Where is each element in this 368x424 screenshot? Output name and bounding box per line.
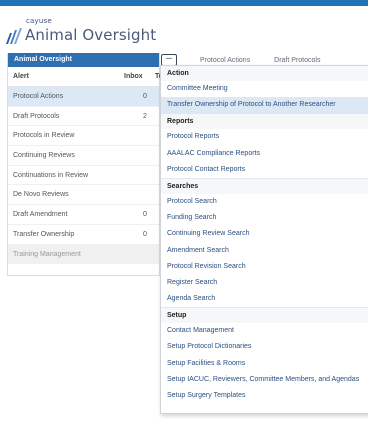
menu-item-transfer-ownership[interactable]: Transfer Ownership of Protocol to Anothe… [161, 97, 368, 114]
alerts-column-headers: Alert Inbox To [8, 67, 163, 87]
menu-item-register-search[interactable]: Register Search [161, 275, 368, 291]
alert-label: Draft Amendment [13, 211, 68, 219]
menu-item-setup-iacuc-reviewers[interactable]: Setup IACUC, Reviewers, Committee Member… [161, 372, 368, 388]
menu-item-contact-management[interactable]: Contact Management [161, 323, 368, 339]
alert-row-continuations-in-review[interactable]: Continuations in Review [8, 166, 159, 186]
menu-item-protocol-contact-reports[interactable]: Protocol Contact Reports [161, 162, 368, 178]
alert-label: Protocols in Review [13, 132, 75, 140]
alert-row-transfer-ownership[interactable]: Transfer Ownership 0 [8, 225, 159, 245]
alert-row-de-novo-reviews[interactable]: De Novo Reviews [8, 185, 159, 206]
alert-row-draft-amendment[interactable]: Draft Amendment 0 [8, 205, 159, 225]
alert-inbox-count: 0 [143, 93, 147, 100]
menu-item-setup-protocol-dictionaries[interactable]: Setup Protocol Dictionaries [161, 339, 368, 355]
menu-item-agenda-search[interactable]: Agenda Search [161, 291, 368, 307]
brand-name: Animal Oversight [25, 26, 157, 44]
alerts-panel: Animal Oversight Alert Inbox To Protocol… [7, 53, 163, 276]
actions-dropdown-menu: Action Committee Meeting Transfer Owners… [160, 65, 368, 414]
alert-row-protocols-in-review[interactable]: Protocols in Review [8, 126, 159, 147]
alert-row-continuing-reviews[interactable]: Continuing Reviews [8, 146, 159, 166]
tab-protocol-actions[interactable]: Protocol Actions [200, 57, 250, 64]
alert-row-protocol-actions[interactable]: Protocol Actions 0 [8, 87, 159, 107]
cayuse-logo-icon [6, 28, 22, 44]
alert-inbox-count: 0 [143, 230, 147, 238]
alert-label: Training Management [13, 250, 81, 258]
alert-label: Continuing Reviews [13, 152, 75, 160]
app-logo[interactable]: cayuse Animal Oversight [5, 15, 156, 45]
alert-inbox-count: 0 [143, 211, 147, 219]
alert-label: Protocol Actions [13, 93, 64, 100]
menu-section-action: Action [161, 66, 368, 81]
menu-item-protocol-reports[interactable]: Protocol Reports [161, 129, 368, 145]
alerts-list: Protocol Actions 0 Draft Protocols 2 Pro… [8, 87, 159, 265]
brand-small-label: cayuse [26, 17, 52, 25]
menu-item-setup-facilities-rooms[interactable]: Setup Facilities & Rooms [161, 356, 368, 372]
alert-inbox-count: 2 [143, 112, 147, 120]
alert-row-training-management[interactable]: Training Management [8, 244, 159, 265]
menu-item-amendment-search[interactable]: Amendment Search [161, 243, 368, 259]
menu-item-continuing-review-search[interactable]: Continuing Review Search [161, 226, 368, 242]
col-alert-header: Alert [13, 73, 29, 80]
tab-draft-protocols[interactable]: Draft Protocols [274, 57, 320, 64]
menu-section-reports: Reports [161, 113, 368, 130]
alert-label: Transfer Ownership [13, 230, 75, 238]
alert-label: De Novo Reviews [13, 191, 69, 199]
menu-item-funding-search[interactable]: Funding Search [161, 210, 368, 226]
menu-item-aaalac-compliance-reports[interactable]: AAALAC Compliance Reports [161, 146, 368, 162]
alert-row-draft-protocols[interactable]: Draft Protocols 2 [8, 107, 159, 127]
menu-item-protocol-search[interactable]: Protocol Search [161, 194, 368, 210]
menu-section-searches: Searches [161, 177, 368, 194]
menu-section-setup: Setup [161, 307, 368, 324]
top-accent-bar [0, 0, 368, 6]
panel-title: Animal Oversight [14, 56, 72, 63]
background-tabs: Protocol Actions Draft Protocols [200, 57, 342, 64]
col-inbox-header: Inbox [124, 73, 143, 80]
alert-label: Draft Protocols [13, 112, 60, 120]
menu-item-committee-meeting[interactable]: Committee Meeting [161, 81, 368, 97]
menu-item-protocol-revision-search[interactable]: Protocol Revision Search [161, 259, 368, 275]
menu-item-setup-surgery-templates[interactable]: Setup Surgery Templates [161, 388, 368, 404]
alert-label: Continuations in Review [13, 171, 89, 179]
panel-header: Animal Oversight [8, 53, 159, 67]
